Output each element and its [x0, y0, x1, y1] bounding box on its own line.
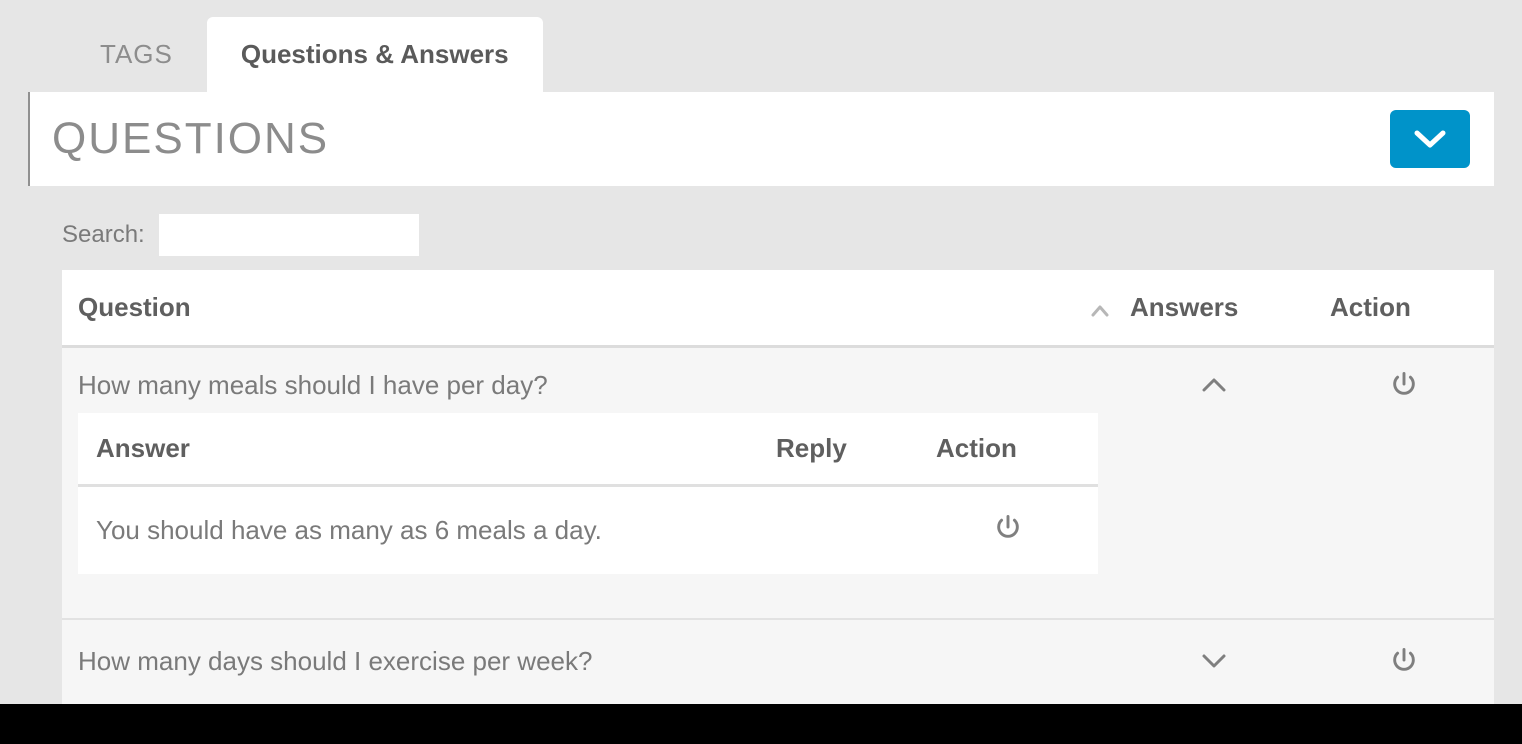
chevron-down-icon: [1413, 129, 1447, 149]
col-header-answer: Answer: [78, 413, 758, 486]
table-row: How many meals should I have per day? An…: [62, 347, 1494, 620]
collapse-answers-button[interactable]: [1200, 376, 1228, 394]
questions-table: Question Answers Action: [62, 270, 1494, 707]
answers-toggle-cell: [1114, 347, 1314, 620]
col-header-action-label: Action: [1330, 292, 1411, 322]
section-title: QUESTIONS: [52, 114, 329, 164]
section-toggle-button[interactable]: [1390, 110, 1470, 168]
answer-reply: [758, 486, 918, 575]
chevron-up-icon: [1200, 376, 1228, 394]
col-header-question[interactable]: Question: [62, 270, 1114, 347]
col-header-answers[interactable]: Answers: [1114, 270, 1314, 347]
answers-toggle-cell: [1114, 619, 1314, 707]
col-header-question-label: Question: [78, 292, 191, 322]
power-icon: [994, 513, 1022, 541]
sort-asc-icon: [1090, 294, 1110, 325]
section-header: QUESTIONS: [28, 92, 1494, 186]
question-cell: How many meals should I have per day? An…: [62, 347, 1114, 620]
page: TAGS Questions & Answers QUESTIONS Searc…: [0, 0, 1522, 707]
question-power-button[interactable]: [1390, 646, 1418, 674]
answer-text: You should have as many as 6 meals a day…: [78, 486, 758, 575]
question-action-cell: [1314, 347, 1494, 620]
search-row: Search:: [28, 186, 1494, 270]
answers-header-row: Answer Reply Action: [78, 413, 1098, 486]
search-label: Search:: [62, 221, 145, 249]
question-cell: How many days should I exercise per week…: [62, 619, 1114, 707]
col-header-reply: Reply: [758, 413, 918, 486]
questions-table-wrap: Question Answers Action: [62, 270, 1494, 707]
table-row: How many days should I exercise per week…: [62, 619, 1494, 707]
question-power-button[interactable]: [1390, 370, 1418, 398]
question-action-cell: [1314, 619, 1494, 707]
table-header-row: Question Answers Action: [62, 270, 1494, 347]
tab-tags[interactable]: TAGS: [66, 17, 207, 92]
answer-power-button[interactable]: [994, 513, 1022, 541]
col-header-action: Action: [1314, 270, 1494, 347]
question-text: How many days should I exercise per week…: [78, 646, 1098, 677]
bottom-bar: [0, 704, 1522, 744]
answers-table: Answer Reply Action You should have as m…: [78, 413, 1098, 574]
tab-questions-answers[interactable]: Questions & Answers: [207, 17, 543, 92]
power-icon: [1390, 370, 1418, 398]
power-icon: [1390, 646, 1418, 674]
question-text: How many meals should I have per day?: [78, 370, 1098, 401]
answer-action-cell: [918, 486, 1098, 575]
col-header-answers-label: Answers: [1130, 292, 1238, 322]
search-input[interactable]: [159, 214, 419, 256]
answer-row: You should have as many as 6 meals a day…: [78, 486, 1098, 575]
col-header-inner-action: Action: [918, 413, 1098, 486]
chevron-down-icon: [1200, 652, 1228, 670]
expand-answers-button[interactable]: [1200, 652, 1228, 670]
tab-strip: TAGS Questions & Answers: [28, 0, 1494, 92]
